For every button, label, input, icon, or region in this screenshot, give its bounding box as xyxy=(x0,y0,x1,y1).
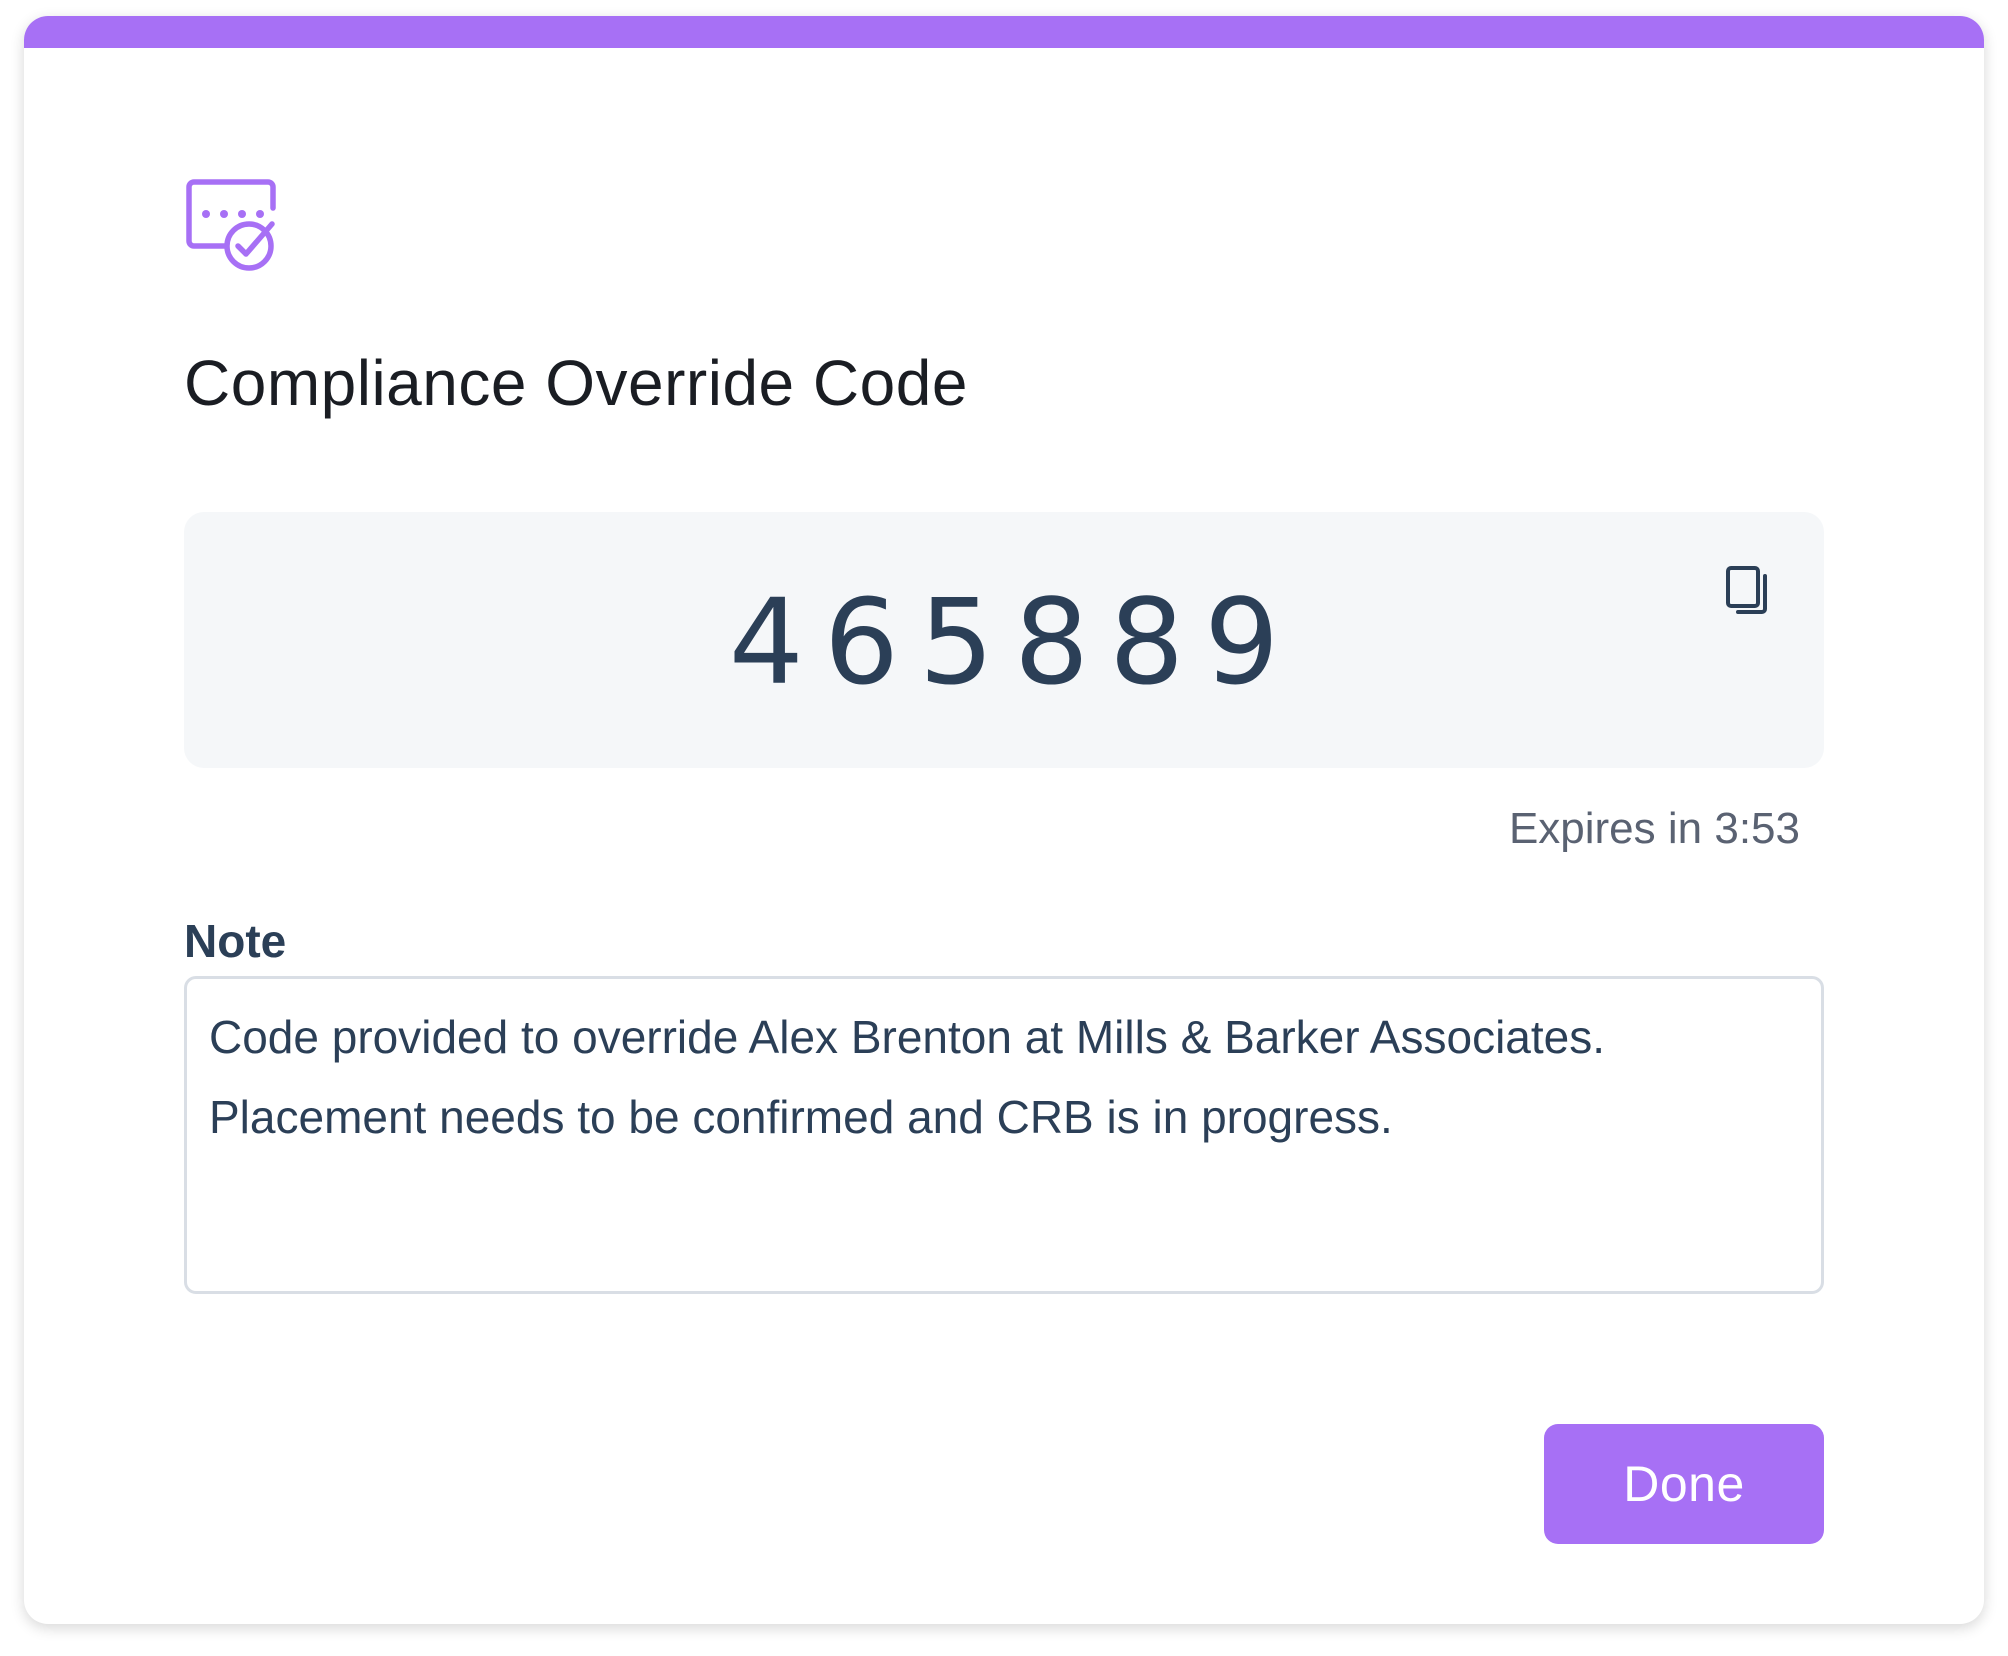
copy-icon[interactable] xyxy=(1720,560,1780,620)
note-label: Note xyxy=(184,915,287,967)
accent-bar xyxy=(24,16,1984,48)
code-verified-icon xyxy=(184,176,294,286)
done-button[interactable]: Done xyxy=(1544,1424,1824,1544)
override-code-value: 465889 xyxy=(728,573,1300,711)
dialog-title: Compliance Override Code xyxy=(184,347,968,419)
note-textarea[interactable]: Code provided to override Alex Brenton a… xyxy=(184,976,1824,1294)
code-display: 465889 xyxy=(184,512,1824,768)
expiry-timer: Expires in 3:53 xyxy=(1508,804,1800,853)
override-code-dialog: Compliance Override Code 465889 Expires … xyxy=(24,16,1984,1624)
